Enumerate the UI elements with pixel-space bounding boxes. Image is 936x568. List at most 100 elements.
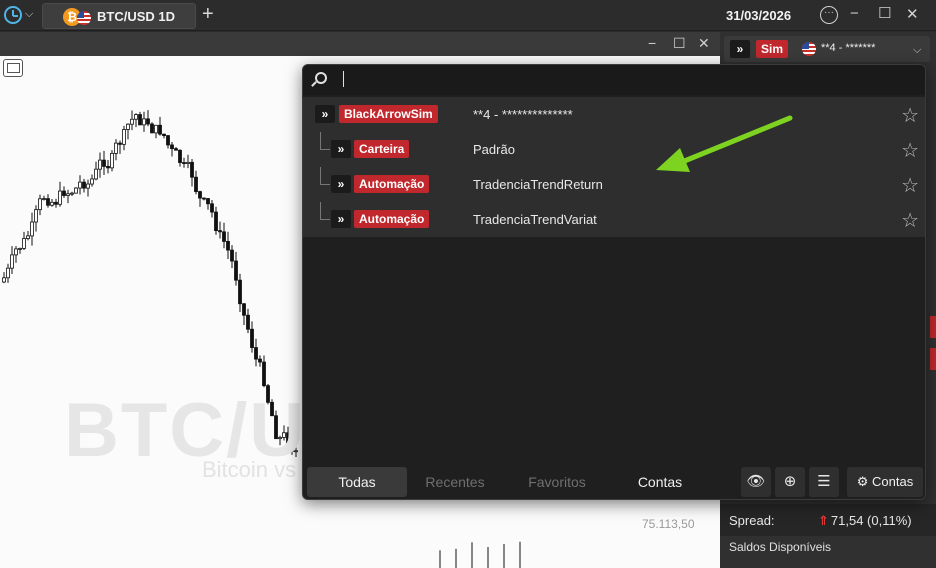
account-row[interactable]: » Automação TradenciaTrendReturn ☆ (303, 167, 925, 202)
search-input[interactable] (347, 69, 907, 91)
tab-contas[interactable]: Contas (610, 467, 710, 497)
new-tab-button[interactable]: + (202, 3, 214, 26)
candle-body (198, 191, 202, 199)
tab-recentes[interactable]: Recentes (405, 467, 505, 497)
candle-body (110, 152, 114, 169)
candle-body (70, 192, 74, 195)
candle-body (122, 129, 126, 145)
annotation-arrow (656, 115, 793, 172)
blackarrow-logo-icon: » (331, 175, 351, 193)
close-icon[interactable]: ✕ (906, 5, 919, 23)
candle-body (206, 198, 210, 205)
candle-body (14, 248, 18, 256)
candle-body (54, 201, 58, 205)
candle-body (242, 303, 246, 316)
tab-btc-usd[interactable]: ₿ BTC/USD 1D (42, 3, 196, 29)
candle-body (210, 203, 214, 213)
chart-minimize-icon[interactable]: − (648, 35, 656, 51)
account-name: TradenciaTrendVariat (473, 212, 597, 227)
candle-body (250, 328, 254, 348)
candle-body (162, 133, 166, 137)
spread-value-wrap: ⇑ 71,54 (0,11%) (818, 513, 912, 529)
favorite-star-icon[interactable]: ☆ (901, 173, 919, 198)
chart-close-icon[interactable]: ✕ (698, 35, 710, 52)
spread-label: Spread: (729, 513, 775, 528)
eye-icon[interactable]: 👁 (741, 467, 771, 497)
us-flag-icon (77, 11, 91, 25)
favorite-star-icon[interactable]: ☆ (901, 138, 919, 163)
candle-body (74, 187, 78, 194)
candle-body (226, 241, 230, 251)
favorite-star-icon[interactable]: ☆ (901, 208, 919, 233)
candle-body (46, 198, 50, 206)
contas-settings-button[interactable]: ⚙ Contas (847, 467, 923, 497)
candle-body (6, 267, 10, 279)
candle-body (18, 247, 22, 250)
saldos-label: Saldos Disponíveis (729, 540, 832, 554)
screenshot-icon[interactable] (3, 59, 23, 77)
candle-body (194, 176, 198, 192)
minimize-icon[interactable]: − (850, 5, 859, 22)
account-row[interactable]: » Automação TradenciaTrendVariat ☆ (303, 202, 925, 237)
account-mini-label: **4 - ******* (821, 42, 876, 54)
list-empty-area (303, 237, 925, 465)
candle-body (38, 198, 42, 211)
candle-body (182, 162, 186, 164)
chevron-down-icon[interactable]: ⌵ (25, 8, 33, 21)
candle-body (90, 178, 94, 185)
account-name: **4 - ************** (473, 107, 573, 122)
account-name: TradenciaTrendReturn (473, 177, 603, 192)
candle-body (154, 124, 158, 134)
add-circle-icon[interactable]: ⊕ (775, 467, 805, 497)
red-indicator (930, 316, 936, 338)
candle-body (114, 142, 118, 154)
tab-todas[interactable]: Todas (307, 467, 407, 497)
chart-window-bar: − ☐ ✕ (0, 32, 720, 56)
candle-body (178, 149, 182, 163)
candle-body (186, 161, 190, 164)
clock-icon[interactable] (4, 6, 22, 24)
search-bar (303, 65, 925, 95)
sort-icon[interactable]: ☰ (809, 467, 839, 497)
price-label: 75.113,50 (642, 517, 695, 531)
candle-body (102, 159, 106, 167)
candle-body (262, 361, 266, 387)
account-selector[interactable]: » Sim **4 - ******* ⌵ (724, 36, 930, 62)
candle-body (130, 118, 134, 125)
more-options-icon[interactable]: ··· (820, 6, 838, 24)
category-badge: Automação (354, 210, 430, 228)
blackarrow-logo-icon: » (331, 140, 351, 158)
account-list: » BlackArrowSim **4 - ************** ☆ »… (303, 97, 925, 237)
tree-connector (320, 167, 330, 185)
account-row[interactable]: » Carteira Padrão ☆ (303, 132, 925, 167)
filter-tabs: Todas Recentes Favoritos Contas 👁 ⊕ ☰ ⚙ … (303, 465, 925, 499)
gear-icon: ⚙ (856, 474, 873, 489)
candle-body (42, 198, 46, 200)
category-badge: Automação (354, 175, 430, 193)
candle-body (150, 123, 154, 134)
candle-body (246, 314, 250, 330)
maximize-icon[interactable]: ☐ (878, 4, 891, 22)
candle-body (118, 142, 122, 145)
blackarrow-logo-icon: » (730, 40, 750, 58)
text-caret (343, 71, 344, 87)
chevron-down-icon[interactable]: ⌵ (913, 44, 921, 57)
candle-body (22, 238, 26, 249)
candle-body (94, 168, 98, 180)
candle-body (142, 118, 146, 126)
favorite-star-icon[interactable]: ☆ (901, 103, 919, 128)
account-row[interactable]: » BlackArrowSim **4 - ************** ☆ (303, 97, 925, 132)
spread-value: 71,54 (0,11%) (830, 513, 912, 528)
sim-badge: Sim (756, 40, 789, 58)
candle-body (190, 161, 194, 178)
candle-body (174, 148, 178, 151)
tab-favoritos[interactable]: Favoritos (507, 467, 607, 497)
candle-body (86, 183, 90, 189)
candle-body (30, 221, 34, 237)
candle-body (170, 144, 174, 150)
candle-body (126, 123, 130, 130)
chart-maximize-icon[interactable]: ☐ (673, 35, 686, 52)
candle-body (222, 231, 226, 242)
date-display: 31/03/2026 (726, 8, 792, 23)
candle-body (166, 135, 170, 146)
